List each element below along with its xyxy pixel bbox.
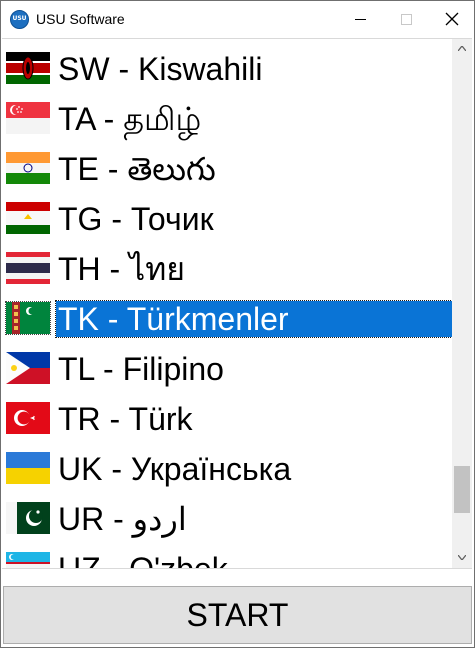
window-title: USU Software bbox=[36, 11, 125, 27]
language-list[interactable]: SW - Kiswahili TA - தமிழ் TE - తెలుగు TG… bbox=[2, 38, 472, 569]
scroll-up-button[interactable] bbox=[452, 39, 472, 59]
language-label: TE - తెలుగు bbox=[58, 151, 216, 187]
thailand-flag-icon bbox=[6, 252, 50, 284]
close-icon bbox=[445, 12, 459, 26]
close-button[interactable] bbox=[429, 1, 474, 38]
app-window: USU USU Software SW - Kiswahili TA - தமி… bbox=[0, 0, 475, 648]
language-label: TR - Türk bbox=[58, 401, 193, 437]
language-label: UZ - O'zbek bbox=[58, 551, 228, 569]
usu-logo-icon: USU bbox=[10, 10, 29, 29]
language-label: SW - Kiswahili bbox=[58, 51, 263, 87]
start-button[interactable]: START bbox=[3, 586, 472, 644]
language-label: TG - Точик bbox=[58, 201, 214, 237]
language-label: TK - Türkmenler bbox=[55, 300, 453, 338]
language-label: UR - اردو bbox=[58, 501, 187, 537]
kenya-flag-icon bbox=[6, 52, 50, 84]
list-item[interactable]: UR - اردو bbox=[2, 494, 452, 544]
ukraine-flag-icon bbox=[6, 452, 50, 484]
minimize-icon bbox=[355, 19, 366, 20]
pakistan-flag-icon bbox=[6, 502, 50, 534]
language-label: TH - ไทย bbox=[58, 251, 186, 287]
maximize-button bbox=[383, 1, 429, 38]
list-item[interactable]: SW - Kiswahili bbox=[2, 44, 452, 94]
india-flag-icon bbox=[6, 152, 50, 184]
language-label: UK - Українська bbox=[58, 451, 292, 487]
app-icon-text: USU bbox=[12, 15, 27, 22]
chevron-up-icon bbox=[458, 46, 466, 51]
scroll-down-button[interactable] bbox=[452, 548, 472, 568]
scrollbar-thumb[interactable] bbox=[454, 466, 470, 513]
minimize-button[interactable] bbox=[337, 1, 383, 38]
list-item[interactable]: TA - தமிழ் bbox=[2, 94, 452, 144]
list-item[interactable]: TG - Точик bbox=[2, 194, 452, 244]
language-label: TA - தமிழ் bbox=[58, 101, 202, 137]
turkey-flag-icon bbox=[6, 402, 50, 434]
singapore-flag-icon bbox=[6, 102, 50, 134]
tajikistan-flag-icon bbox=[6, 202, 50, 234]
uzbekistan-flag-icon bbox=[6, 552, 50, 568]
philippines-flag-icon bbox=[6, 352, 50, 384]
turkmenistan-flag-icon bbox=[5, 301, 51, 335]
language-label: TL - Filipino bbox=[58, 351, 224, 387]
title-bar[interactable]: USU USU Software bbox=[1, 1, 474, 38]
list-item[interactable]: TE - తెలుగు bbox=[2, 144, 452, 194]
vertical-scrollbar[interactable] bbox=[452, 39, 472, 568]
maximize-icon bbox=[401, 14, 412, 25]
list-item[interactable]: TR - Türk bbox=[2, 394, 452, 444]
list-item[interactable]: UZ - O'zbek bbox=[2, 544, 452, 569]
list-item[interactable]: TH - ไทย bbox=[2, 244, 452, 294]
list-item-selected[interactable]: TK - Türkmenler bbox=[2, 294, 453, 344]
list-item[interactable]: UK - Українська bbox=[2, 444, 452, 494]
chevron-down-icon bbox=[458, 555, 466, 560]
list-item[interactable]: TL - Filipino bbox=[2, 344, 452, 394]
